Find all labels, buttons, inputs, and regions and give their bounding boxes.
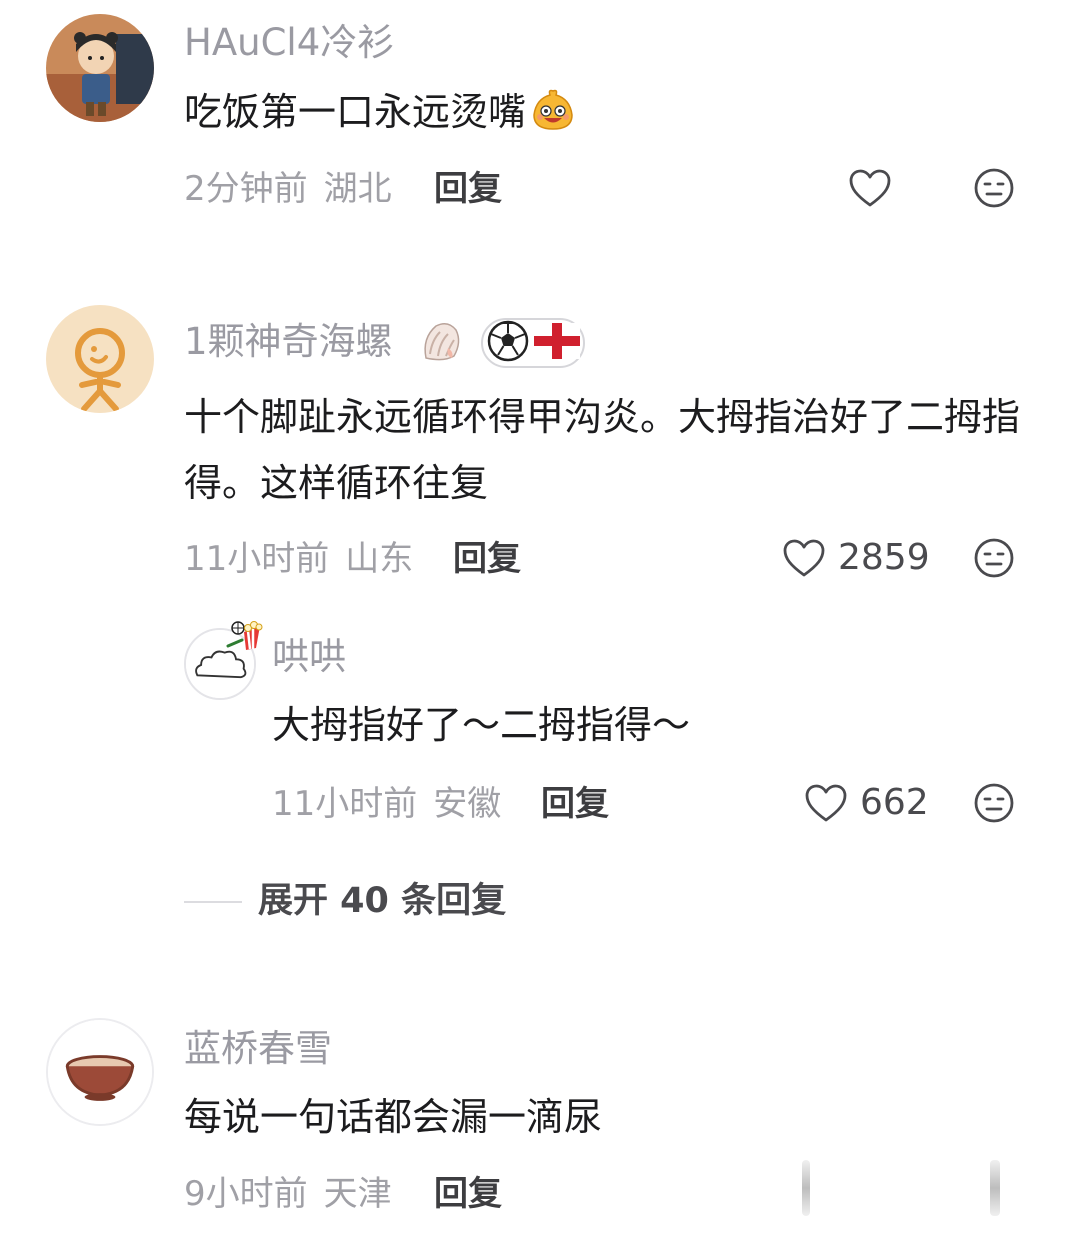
meh-face-icon [973, 167, 1015, 213]
comment-meta: 9小时前 天津 [184, 1177, 392, 1211]
grin-blob-emoji [530, 87, 576, 133]
heart-outline-icon [782, 538, 826, 578]
comment-location: 天津 [323, 1174, 392, 1214]
meh-face-icon [973, 537, 1015, 583]
heart-outline-icon [848, 168, 892, 208]
comment-location: 湖北 [323, 169, 392, 209]
comment-time: 9小时前 [184, 1174, 308, 1214]
reply-button[interactable]: 回复 [434, 1177, 502, 1211]
comment-username[interactable]: HAuCl4冷衫 [184, 24, 394, 61]
comment-username[interactable]: 1颗神奇海螺 [184, 323, 393, 360]
like-button[interactable]: 2859 [782, 538, 930, 578]
reply-button[interactable]: 回复 [541, 787, 609, 821]
like-button[interactable]: 662 [804, 783, 929, 823]
reply-button[interactable]: 回复 [434, 172, 502, 206]
reply-button[interactable]: 回复 [453, 542, 521, 576]
scroll-indicator[interactable] [802, 1160, 810, 1216]
reply-meta: 11小时前 安徽 [272, 787, 501, 821]
meh-face-icon [973, 782, 1015, 828]
expand-divider [184, 901, 242, 903]
comment-content: 每说一句话都会漏一滴尿 [184, 1095, 603, 1139]
like-button[interactable] [848, 168, 892, 208]
like-count: 2859 [838, 537, 930, 578]
comment-text: 吃饭第一口永远烫嘴 [184, 90, 527, 134]
dislike-button[interactable] [972, 168, 1016, 212]
expand-replies-button[interactable]: 展开 40 条回复 [258, 884, 506, 919]
reply-location: 安徽 [433, 784, 502, 824]
avatar[interactable] [46, 305, 154, 413]
comment-time: 2分钟前 [184, 169, 308, 209]
reply-content: 大拇指好了～二拇指得～ [272, 703, 691, 747]
comment-username[interactable]: 蓝桥春雪 [184, 1030, 332, 1067]
comment-meta: 2分钟前 湖北 [184, 172, 392, 206]
reply-time: 11小时前 [272, 784, 418, 824]
like-count: 662 [860, 782, 929, 823]
soccer-ball-icon [486, 319, 530, 367]
avatar[interactable] [46, 1018, 154, 1126]
england-flag-icon [534, 323, 580, 363]
conch-shell-emoji [418, 318, 464, 364]
popcorn-emoji [226, 618, 264, 654]
fan-badge[interactable] [481, 318, 585, 368]
comment-time: 11小时前 [184, 539, 330, 579]
comment-content: 十个脚趾永远循环得甲沟炎。大拇指治好了二拇指得。这样循环往复 [184, 395, 1021, 505]
scroll-indicator[interactable] [990, 1160, 1000, 1216]
heart-outline-icon [804, 783, 848, 823]
comment-meta: 11小时前 山东 [184, 542, 413, 576]
reply-username[interactable]: 哄哄 [272, 638, 346, 675]
avatar[interactable] [46, 14, 154, 122]
dislike-button[interactable] [972, 783, 1016, 827]
dislike-button[interactable] [972, 538, 1016, 582]
comment-location: 山东 [345, 539, 414, 579]
comment-content: 吃饭第一口永远烫嘴 [184, 79, 984, 145]
